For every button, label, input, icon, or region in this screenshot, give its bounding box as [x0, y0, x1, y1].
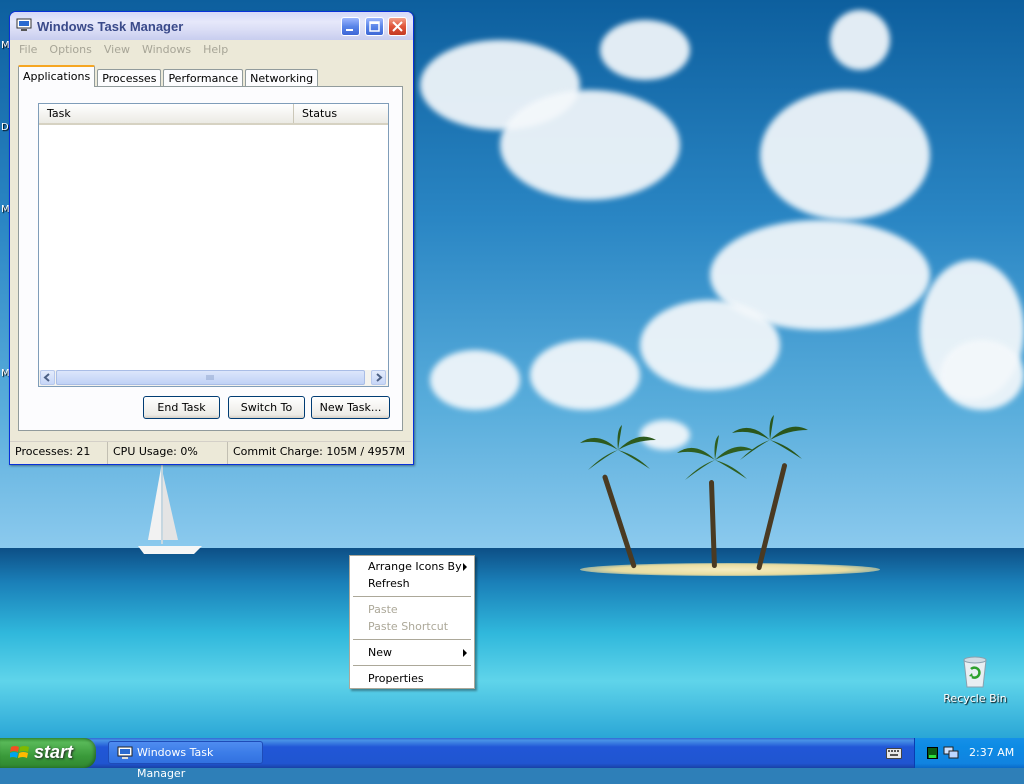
status-cpu-usage: CPU Usage: 0%: [108, 442, 228, 464]
close-icon: [392, 21, 403, 32]
cloud: [640, 300, 780, 390]
end-task-button[interactable]: End Task: [143, 396, 220, 419]
taskbar-button-task-manager[interactable]: Windows Task Manager: [108, 741, 263, 780]
desktop-context-menu: Arrange Icons By Refresh Paste Paste Sho…: [349, 555, 475, 689]
menu-options[interactable]: Options: [43, 43, 97, 56]
minimize-button[interactable]: [341, 17, 360, 36]
status-processes: Processes: 21: [10, 442, 108, 464]
menu-item-properties[interactable]: Properties: [368, 671, 472, 687]
submenu-arrow-icon: [463, 563, 467, 571]
menu-separator: [353, 639, 471, 640]
recycle-bin[interactable]: Recycle Bin: [940, 655, 1010, 705]
task-manager-window[interactable]: Windows Task Manager File Options View W…: [9, 11, 414, 465]
menu-item-paste-shortcut[interactable]: Paste Shortcut: [368, 619, 472, 635]
palm-leaves: [580, 425, 656, 470]
switch-to-button[interactable]: Switch To: [228, 396, 305, 419]
status-bar: Processes: 21 CPU Usage: 0% Commit Charg…: [10, 441, 411, 464]
cloud: [430, 350, 520, 410]
minimize-icon: [346, 29, 353, 31]
list-header: Task Status: [39, 104, 388, 125]
cloud: [830, 10, 890, 70]
taskbar: start Windows Task Manager 2:37 AM: [0, 738, 1024, 780]
task-manager-icon: [16, 18, 32, 31]
taskbar-button-label: Windows Task Manager: [137, 746, 214, 780]
task-list[interactable]: Task Status: [38, 103, 389, 387]
network-icon[interactable]: [943, 746, 959, 760]
cloud: [600, 20, 690, 80]
menu-separator: [353, 665, 471, 666]
menu-windows[interactable]: Windows: [136, 43, 197, 56]
sea-background: [0, 548, 1024, 738]
scroll-left-button[interactable]: [40, 370, 55, 385]
recycle-bin-label: Recycle Bin: [943, 692, 1007, 705]
menu-item-arrange-icons-by[interactable]: Arrange Icons By: [368, 559, 472, 575]
maximize-button[interactable]: [365, 17, 384, 36]
submenu-arrow-icon: [463, 649, 467, 657]
recycle-bin-icon: [963, 656, 987, 688]
task-manager-icon: [117, 746, 133, 759]
palm-leaves: [732, 415, 808, 460]
grip-icon: [206, 375, 214, 380]
menu-view[interactable]: View: [98, 43, 136, 56]
tab-processes[interactable]: Processes: [97, 69, 162, 87]
chevron-right-icon: [376, 373, 383, 382]
start-label: start: [34, 742, 74, 762]
close-button[interactable]: [388, 17, 407, 36]
cloud: [530, 340, 640, 410]
scroll-right-button[interactable]: [371, 370, 386, 385]
applications-panel: Task Status End Task Switch To New Task.…: [18, 86, 403, 431]
tab-applications[interactable]: Applications: [18, 65, 96, 87]
cloud: [760, 90, 930, 220]
chevron-left-icon: [43, 373, 50, 382]
cloud: [940, 340, 1024, 410]
new-task-button[interactable]: New Task...: [311, 396, 390, 419]
system-tray: 2:37 AM: [914, 738, 1024, 768]
task-manager-tray-icon[interactable]: [927, 747, 938, 759]
cloud: [500, 90, 680, 200]
title-bar[interactable]: Windows Task Manager: [10, 12, 413, 40]
menu-help[interactable]: Help: [197, 43, 234, 56]
clock[interactable]: 2:37 AM: [969, 746, 1014, 759]
menu-file[interactable]: File: [13, 43, 43, 56]
desktop-icon-label-partial[interactable]: D: [1, 122, 9, 133]
tab-networking[interactable]: Networking: [245, 69, 319, 87]
menu-item-new[interactable]: New: [368, 645, 472, 661]
scroll-thumb[interactable]: [56, 370, 365, 385]
horizontal-scrollbar[interactable]: [39, 370, 388, 386]
column-header-task[interactable]: Task: [39, 104, 294, 123]
tab-strip: Applications Processes Performance Netwo…: [18, 65, 320, 87]
tab-performance[interactable]: Performance: [163, 69, 244, 87]
menu-item-refresh[interactable]: Refresh: [368, 576, 472, 592]
keyboard-icon[interactable]: [886, 748, 902, 759]
menu-bar: File Options View Windows Help: [10, 40, 413, 58]
menu-item-paste[interactable]: Paste: [368, 602, 472, 618]
sailboat: [138, 464, 202, 554]
menu-separator: [353, 596, 471, 597]
island-sandbar: [580, 563, 880, 576]
column-header-status[interactable]: Status: [294, 104, 388, 123]
windows-logo-icon: [10, 746, 29, 758]
start-button[interactable]: start: [0, 738, 96, 768]
menu-item-label: Arrange Icons By: [368, 560, 462, 573]
maximize-icon: [369, 21, 380, 32]
status-commit-charge: Commit Charge: 105M / 4957M: [233, 445, 406, 458]
window-title: Windows Task Manager: [37, 19, 184, 34]
